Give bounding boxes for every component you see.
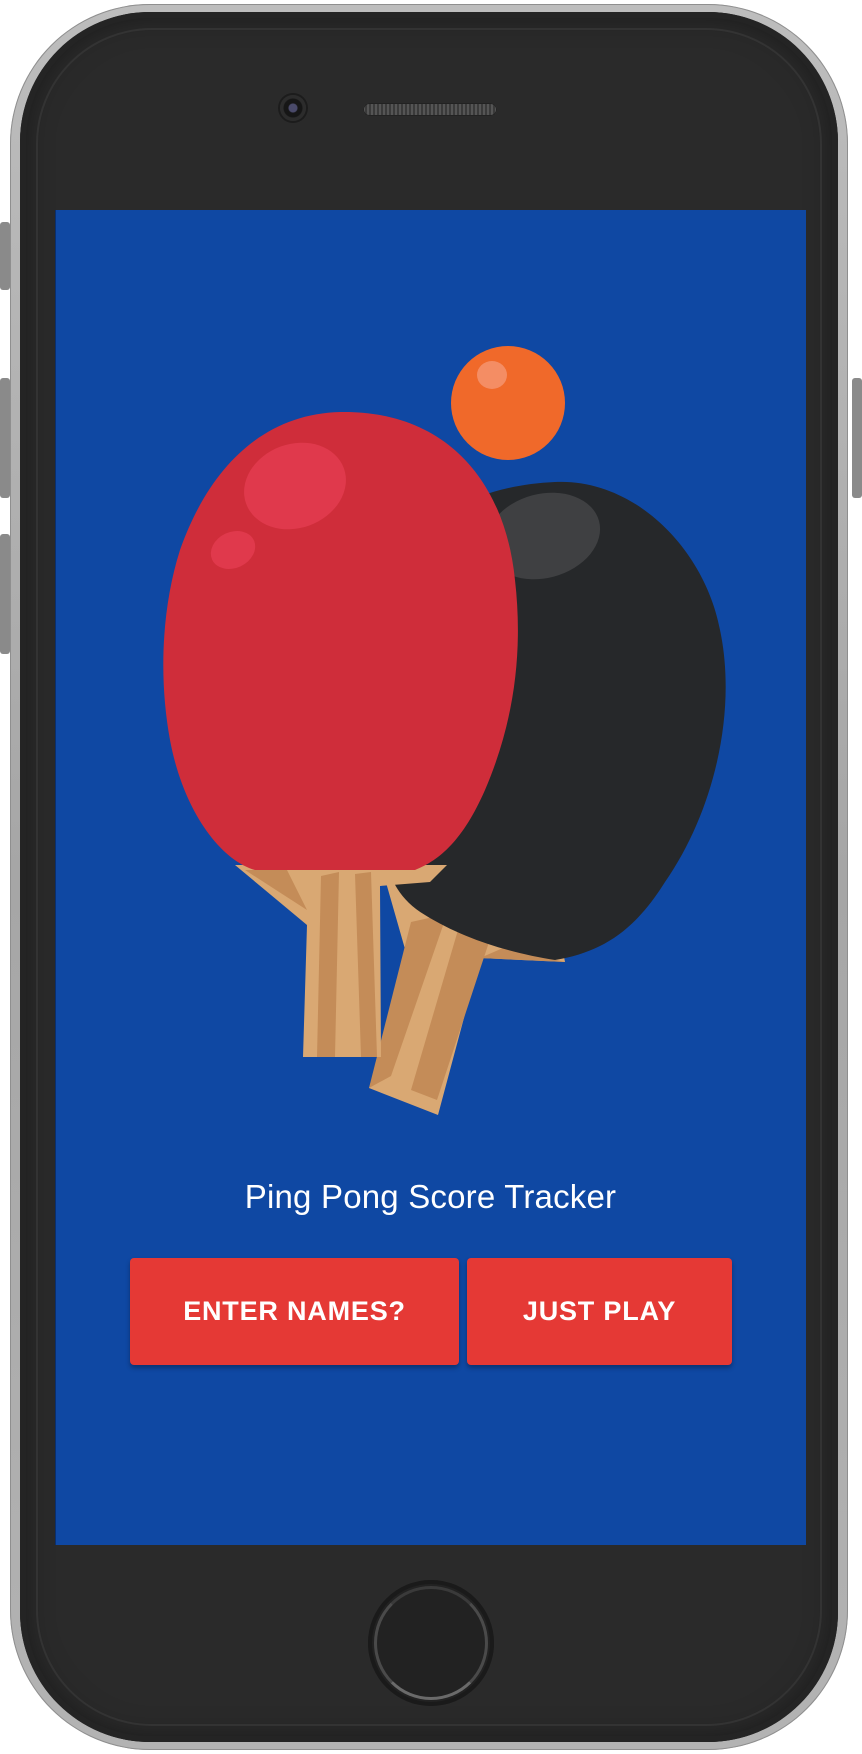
mute-switch xyxy=(0,222,10,290)
just-play-button[interactable]: JUST PLAY xyxy=(467,1258,732,1365)
phone-device-frame: Ping Pong Score Tracker ENTER NAMES? JUS… xyxy=(0,0,862,1754)
enter-names-button[interactable]: ENTER NAMES? xyxy=(130,1258,459,1365)
volume-down-button xyxy=(0,534,10,654)
ball-icon xyxy=(451,346,565,460)
app-title: Ping Pong Score Tracker xyxy=(244,1178,617,1215)
earpiece-speaker-icon xyxy=(363,103,497,116)
app-screen: Ping Pong Score Tracker ENTER NAMES? JUS… xyxy=(55,210,806,1545)
volume-up-button xyxy=(0,378,10,498)
ball-shine xyxy=(477,361,507,389)
power-button xyxy=(852,378,862,498)
ping-pong-paddles-icon xyxy=(163,346,726,1115)
front-camera-icon xyxy=(280,95,306,121)
home-button-ring-icon xyxy=(374,1586,488,1700)
home-button[interactable] xyxy=(368,1580,494,1706)
